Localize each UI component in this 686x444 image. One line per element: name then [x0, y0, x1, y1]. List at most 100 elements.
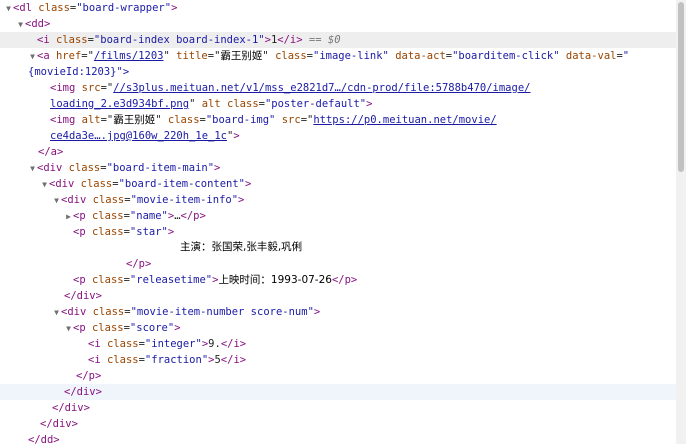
tag-end: </div> [40, 418, 78, 430]
attr-name: alt [201, 98, 221, 110]
tag-open: <img [50, 82, 76, 94]
attr-name: src [81, 82, 101, 94]
expand-triangle-down-icon[interactable]: ▼ [4, 1, 13, 17]
scrollbar-thumb[interactable] [678, 2, 684, 172]
expand-triangle-down-icon[interactable]: ▼ [52, 193, 61, 209]
src-link[interactable]: //s3plus.meituan.net/v1/mss_e2821d7…/cdn… [113, 82, 530, 94]
tag-close: > [171, 2, 178, 14]
tag-end: </div> [64, 386, 102, 398]
dom-node-a-close[interactable]: </a> [0, 144, 676, 160]
expand-triangle-down-icon[interactable]: ▼ [64, 321, 73, 337]
dom-node-i-integer[interactable]: <i class="integer">9.</i> [0, 336, 676, 352]
dom-node-img-poster-continuation: loading_2.e3d934bf.png" alt class="poste… [50, 98, 373, 110]
tag-open: <div [61, 194, 87, 206]
text-node-star: 主演：张国荣,张丰毅,巩俐 [0, 238, 676, 256]
tag-close: > [174, 322, 181, 334]
tag-end: </i> [220, 354, 247, 366]
attr-value: "movie-item-number score-num" [130, 306, 314, 318]
dom-node-img-board-continuation: ce4da3e….jpg@160w_220h_1e_1c"> [50, 130, 240, 142]
dom-node-i-board-index-selected[interactable]: <i class="board-index board-index-1">1</… [0, 32, 676, 48]
tag-end: </p> [76, 370, 102, 382]
attr-name: alt [81, 114, 101, 126]
attr-name: class [91, 274, 124, 286]
attr-name: href [55, 50, 82, 62]
expand-triangle-down-icon[interactable]: ▼ [52, 305, 61, 321]
attr-name: class [55, 34, 88, 46]
attr-value-continuation: {movieId:1203}"> [28, 66, 130, 78]
dom-node-div-board-item-main[interactable]: ▼ <div class="board-item-main"> [0, 160, 676, 176]
expand-triangle-down-icon[interactable]: ▼ [28, 49, 37, 65]
dom-node-dl[interactable]: ▼ <dl class="board-wrapper"> [0, 0, 676, 16]
dom-node-p-score[interactable]: ▼ <p class="score"> [0, 320, 676, 336]
src-link[interactable]: ce4da3e….jpg@160w_220h_1e_1c [50, 130, 227, 142]
attr-value: "releasetime" [129, 274, 213, 286]
dom-node-div-score-num-close-hovered[interactable]: </div> [0, 384, 676, 400]
selected-marker-eq: == [308, 34, 322, 46]
tag-end: </p> [331, 274, 358, 286]
dom-node-p-score-close[interactable]: </p> [0, 368, 676, 384]
attr-name: class [167, 114, 200, 126]
dom-node-div-movie-item-info[interactable]: ▼ <div class="movie-item-info"> [0, 192, 676, 208]
dom-node-dd-close[interactable]: </dd> [0, 432, 676, 444]
dom-node-p-releasetime[interactable]: <p class="releasetime">上映时间：1993-07-26</… [0, 272, 676, 288]
src-link[interactable]: loading_2.e3d934bf.png [50, 98, 189, 110]
attr-value: "board-index board-index-1" [93, 34, 265, 46]
attr-name: class [92, 194, 125, 206]
attr-value: "board-item-main" [106, 162, 215, 174]
attr-name: class [92, 306, 125, 318]
dom-node-img-board[interactable]: <img alt="霸王别姬" class="board-img" src="h… [0, 112, 676, 128]
text-content: 上映时间：1993-07-26 [218, 274, 332, 286]
dom-node-a-image-link[interactable]: ▼ <a href="/films/1203" title="霸王别姬" clas… [0, 48, 676, 64]
attr-name: data-act [395, 50, 446, 62]
tag-close: > [233, 130, 240, 142]
tag-end: </div> [64, 290, 102, 302]
src-link[interactable]: https://p0.meituan.net/movie/ [313, 114, 496, 126]
text-content: 主演：张国荣,张丰毅,巩俐 [180, 241, 303, 253]
tag-close: > [366, 98, 373, 110]
vertical-scrollbar[interactable] [676, 0, 686, 444]
attr-name: class [91, 210, 124, 222]
tag-end: </p> [126, 258, 152, 270]
tag-open: <div [37, 162, 63, 174]
tag-open: <p [73, 210, 86, 222]
attr-value: "board-item-content" [118, 178, 245, 190]
dom-node-div-board-item-main-close[interactable]: </div> [0, 416, 676, 432]
attr-name: class [68, 162, 101, 174]
selected-marker-var: $0 [327, 34, 341, 46]
tag-close: > [167, 226, 175, 238]
dom-node-div-score-num[interactable]: ▼ <div class="movie-item-number score-num… [0, 304, 676, 320]
attr-name: title [176, 50, 208, 62]
tag-open: <i [88, 338, 101, 350]
attr-name: class [106, 338, 139, 350]
attr-value: "poster-default" [264, 98, 367, 110]
dom-node-p-name[interactable]: ▶ <p class="name">…</p> [0, 208, 676, 224]
tag-end: </i> [277, 34, 303, 46]
dom-node-div-close[interactable]: </div> [0, 288, 676, 304]
expand-triangle-down-icon[interactable]: ▼ [16, 17, 25, 33]
expand-triangle-right-icon[interactable]: ▶ [64, 209, 73, 225]
attr-name: class [106, 354, 139, 366]
tag-open: <div [49, 178, 75, 190]
attr-value: "integer" [144, 338, 202, 350]
tag-close: > [238, 194, 245, 206]
expand-triangle-down-icon[interactable]: ▼ [40, 177, 49, 193]
tag-end: </dd> [28, 434, 60, 444]
elements-panel: ▼ <dl class="board-wrapper"> ▼ <dd> <i cla… [0, 0, 676, 444]
dom-node-p-star-close[interactable]: </p> [0, 256, 676, 272]
attr-name: data-val [565, 50, 617, 62]
href-link[interactable]: /films/1203 [94, 50, 164, 62]
attr-name: class [80, 178, 113, 190]
attr-name: class [38, 2, 70, 14]
attr-value: "boarditem-click" [452, 50, 560, 62]
dom-node-dd[interactable]: ▼ <dd> [0, 16, 676, 32]
expand-triangle-down-icon[interactable]: ▼ [28, 161, 37, 177]
tag-end: </div> [52, 402, 90, 414]
tag-end: </a> [38, 146, 64, 158]
dom-node-div-board-item-content-close[interactable]: </div> [0, 400, 676, 416]
dom-node-i-fraction[interactable]: <i class="fraction">5</i> [0, 352, 676, 368]
dom-node-img-poster[interactable]: <img src="//s3plus.meituan.net/v1/mss_e2… [0, 80, 676, 96]
tag-open: <p [73, 226, 86, 238]
attr-value: 霸王别姬 [113, 114, 156, 126]
dom-node-div-board-item-content[interactable]: ▼ <div class="board-item-content"> [0, 176, 676, 192]
attr-name: class [275, 50, 307, 62]
